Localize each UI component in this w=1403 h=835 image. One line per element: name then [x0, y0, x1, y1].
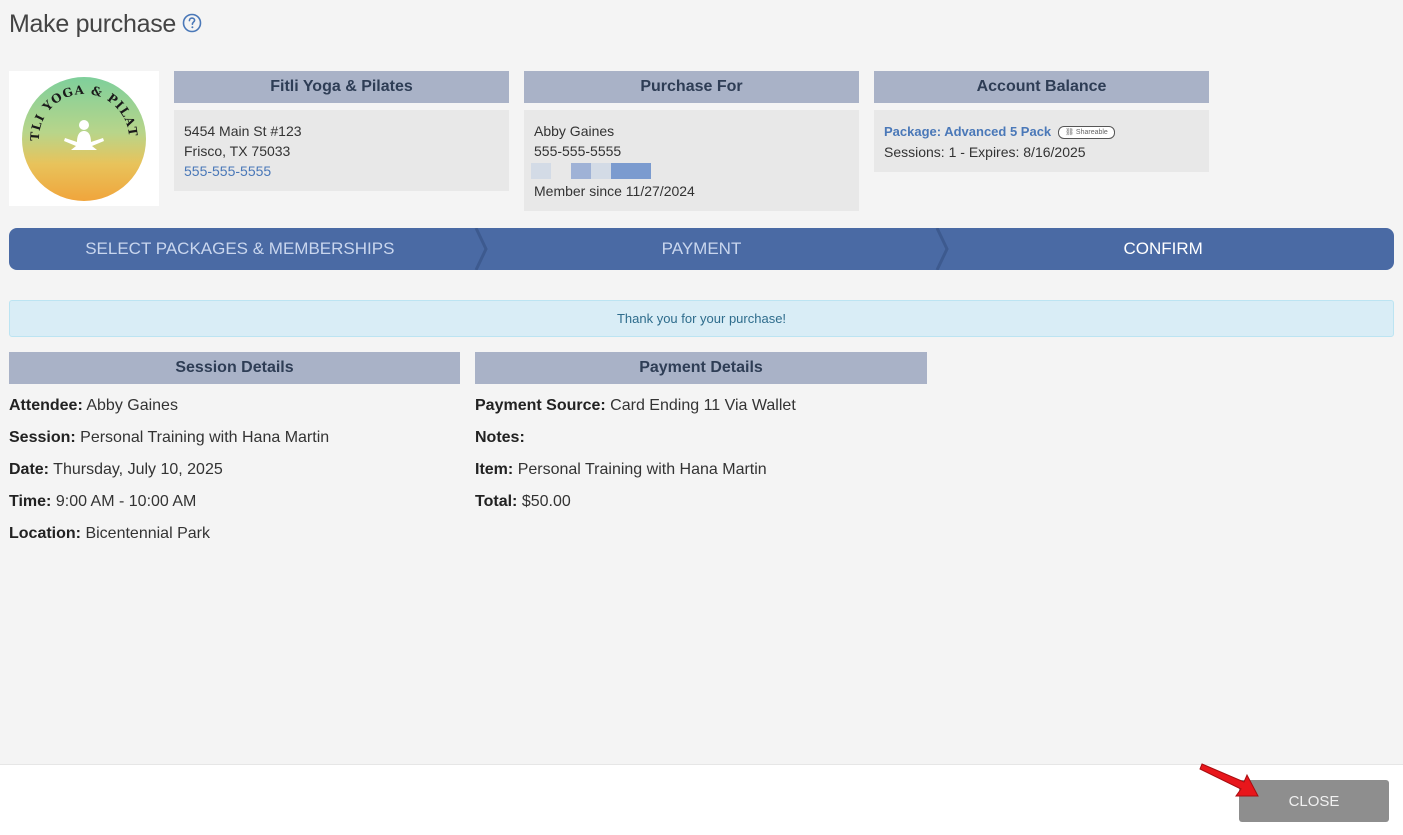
customer-phone: 555-555-5555	[534, 143, 622, 159]
detail-row-notes: Notes:	[475, 429, 927, 461]
detail-value: Personal Training with Hana Martin	[80, 429, 330, 446]
detail-row-date: Date: Thursday, July 10, 2025	[9, 461, 460, 493]
title-row: Make purchase	[9, 10, 202, 39]
purchase-for-info: Abby Gaines 555-555-5555 Member since 11…	[524, 110, 859, 211]
detail-value: Card Ending 11 Via Wallet	[610, 397, 796, 414]
detail-row-payment-source: Payment Source: Card Ending 11 Via Walle…	[475, 397, 927, 429]
detail-row-attendee: Attendee: Abby Gaines	[9, 397, 460, 429]
detail-value: $50.00	[521, 493, 571, 510]
detail-value: Personal Training with Hana Martin	[517, 461, 767, 478]
step-separator	[935, 228, 949, 270]
customer-name: Abby Gaines	[534, 123, 615, 139]
detail-row-total: Total: $50.00	[475, 493, 927, 525]
studio-logo: FITLI YOGA & PILATES	[9, 71, 159, 206]
studio-card: Fitli Yoga & Pilates 5454 Main St #123 F…	[174, 71, 509, 191]
sessions-expires: Sessions: 1 - Expires: 8/16/2025	[884, 144, 1086, 160]
detail-value: Bicentennial Park	[85, 525, 210, 542]
account-balance-card: Account Balance Package: Advanced 5 Pack…	[874, 71, 1209, 172]
link-icon: ⛓	[1065, 128, 1074, 136]
step-payment[interactable]: PAYMENT	[471, 228, 933, 270]
pointer-arrow-icon	[1199, 763, 1259, 797]
member-since: Member since 11/27/2024	[534, 183, 695, 199]
detail-row-time: Time: 9:00 AM - 10:00 AM	[9, 493, 460, 525]
studio-address-line2: Frisco, TX 75033	[184, 143, 291, 159]
detail-label: Total:	[475, 493, 518, 510]
detail-row-session: Session: Personal Training with Hana Mar…	[9, 429, 460, 461]
step-confirm[interactable]: CONFIRM	[932, 228, 1394, 270]
purchase-steps: SELECT PACKAGES & MEMBERSHIPS PAYMENT CO…	[9, 228, 1394, 270]
payment-details-list: Payment Source: Card Ending 11 Via Walle…	[475, 397, 927, 525]
success-message: Thank you for your purchase!	[616, 311, 787, 326]
payment-details: Payment Details Payment Source: Card End…	[475, 352, 927, 525]
step-separator	[474, 228, 488, 270]
account-balance-info: Package: Advanced 5 Pack ⛓ Shareable Ses…	[874, 110, 1209, 172]
shareable-badge-label: Shareable	[1075, 128, 1108, 136]
step-label: CONFIRM	[1123, 239, 1203, 258]
detail-value: Thursday, July 10, 2025	[53, 461, 223, 478]
studio-name: Fitli Yoga & Pilates	[174, 71, 509, 103]
step-select-packages[interactable]: SELECT PACKAGES & MEMBERSHIPS	[9, 228, 471, 270]
detail-label: Session:	[9, 429, 76, 446]
session-details-header: Session Details	[9, 352, 460, 384]
step-label: PAYMENT	[661, 239, 742, 258]
detail-row-location: Location: Bicentennial Park	[9, 525, 460, 557]
detail-label: Location:	[9, 525, 81, 542]
close-button[interactable]: CLOSE	[1239, 780, 1389, 822]
session-details: Session Details Attendee: Abby Gaines Se…	[9, 352, 460, 557]
detail-row-item: Item: Personal Training with Hana Martin	[475, 461, 927, 493]
studio-address-line1: 5454 Main St #123	[184, 123, 302, 139]
payment-details-header: Payment Details	[475, 352, 927, 384]
package-link[interactable]: Package: Advanced 5 Pack	[884, 124, 1051, 139]
modal-footer	[0, 764, 1403, 835]
shareable-badge: ⛓ Shareable	[1058, 125, 1115, 139]
detail-label: Notes:	[475, 429, 525, 446]
detail-value: Abby Gaines	[86, 397, 178, 414]
purchase-for-header: Purchase For	[524, 71, 859, 103]
page-title: Make purchase	[9, 10, 177, 38]
step-label: SELECT PACKAGES & MEMBERSHIPS	[85, 239, 395, 258]
account-balance-header: Account Balance	[874, 71, 1209, 103]
detail-label: Time:	[9, 493, 52, 510]
studio-phone-link[interactable]: 555-555-5555	[184, 161, 499, 181]
detail-value: 9:00 AM - 10:00 AM	[55, 493, 197, 510]
detail-label: Item:	[475, 461, 514, 478]
purchase-for-card: Purchase For Abby Gaines 555-555-5555 Me…	[524, 71, 859, 211]
studio-info: 5454 Main St #123 Frisco, TX 75033 555-5…	[174, 110, 509, 191]
detail-label: Attendee:	[9, 397, 83, 414]
redacted-email	[531, 163, 849, 179]
session-details-list: Attendee: Abby Gaines Session: Personal …	[9, 397, 460, 557]
success-alert: Thank you for your purchase!	[9, 300, 1394, 337]
question-circle-icon[interactable]	[182, 13, 202, 33]
detail-label: Payment Source:	[475, 397, 606, 414]
detail-label: Date:	[9, 461, 50, 478]
